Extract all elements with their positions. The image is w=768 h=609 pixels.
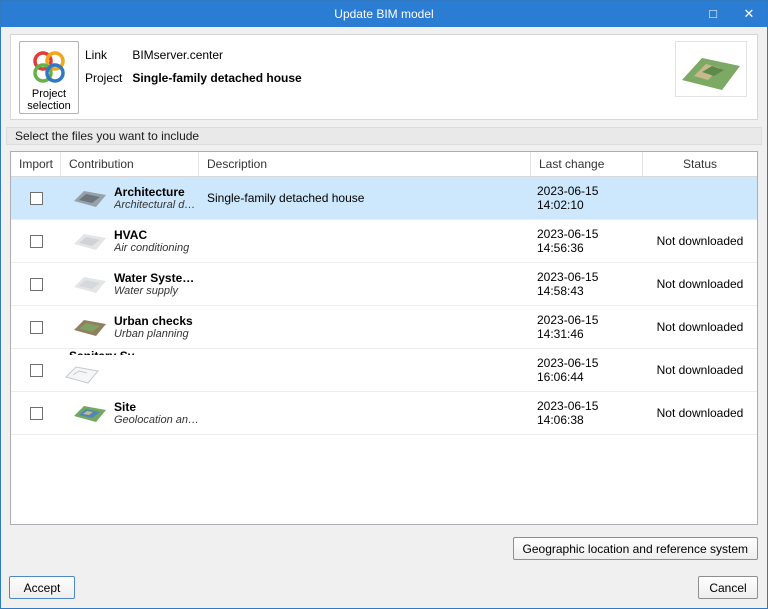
- table-row[interactable]: Water Systems Water supply 2023-06-15 14…: [11, 263, 757, 306]
- contribution-thumbnail-icon: [74, 320, 106, 336]
- project-label: Project: [85, 71, 123, 85]
- bimserver-logo-icon: [33, 50, 65, 83]
- link-label: Link: [85, 48, 108, 62]
- contribution-title: HVAC: [114, 228, 148, 242]
- cancel-button[interactable]: Cancel: [698, 576, 758, 599]
- contribution-title: Sanitary Systems: [65, 349, 153, 355]
- table-row[interactable]: Site Geolocation and... 2023-06-15 14:06…: [11, 392, 757, 435]
- project-value: Single-family detached house: [132, 71, 302, 85]
- contribution-subtitle: Water supply: [114, 285, 178, 297]
- row-status: Not downloaded: [656, 406, 744, 420]
- row-description: [199, 263, 531, 305]
- header-panel: Project selection Link BIMserver.center …: [10, 34, 758, 120]
- row-description: [199, 306, 531, 348]
- contribution-thumbnail-icon: [74, 234, 106, 250]
- contribution-thumbnail-icon: [74, 191, 106, 207]
- row-last-change: 2023-06-15 16:06:44: [537, 356, 599, 384]
- row-status: Not downloaded: [656, 363, 744, 377]
- import-checkbox[interactable]: [29, 234, 43, 248]
- project-row: Project Single-family detached house: [85, 71, 302, 85]
- project-selection-button[interactable]: Project selection: [19, 41, 79, 114]
- contribution-subtitle: Architectural de...: [114, 199, 199, 211]
- table-row[interactable]: Architecture Architectural de... Single-…: [11, 177, 757, 220]
- row-last-change: 2023-06-15 14:58:43: [537, 270, 599, 298]
- window-title: Update BIM model: [334, 7, 434, 21]
- row-description: [199, 220, 531, 262]
- contribution-thumbnail-icon: [74, 277, 106, 293]
- row-status: [643, 177, 757, 219]
- maximize-icon[interactable]: □: [695, 1, 731, 27]
- contribution-title: Site: [114, 400, 137, 414]
- contribution-title: Architecture: [114, 185, 185, 199]
- project-selection-label: Project selection: [27, 87, 71, 112]
- import-checkbox[interactable]: [29, 320, 43, 334]
- column-header-import[interactable]: Import: [11, 152, 61, 176]
- row-description: Single-family detached house: [207, 191, 365, 205]
- column-header-description[interactable]: Description: [199, 152, 531, 176]
- row-status: Not downloaded: [656, 234, 744, 248]
- project-terrain-icon: [676, 42, 746, 96]
- contribution-thumbnail-icon: [65, 366, 99, 384]
- column-header-contribution[interactable]: Contribution: [61, 152, 199, 176]
- import-checkbox[interactable]: [29, 406, 43, 420]
- link-row: Link BIMserver.center: [85, 48, 223, 62]
- table-row[interactable]: Sanitary Systems 2023-06-15 16:06:44 Not…: [11, 349, 757, 392]
- window-controls: □ ✕: [695, 1, 767, 27]
- table-header: Import Contribution Description Last cha…: [11, 152, 757, 177]
- column-header-last-change[interactable]: Last change: [531, 152, 643, 176]
- project-thumbnail: [675, 41, 747, 97]
- row-last-change: 2023-06-15 14:31:46: [537, 313, 599, 341]
- contribution-title: Water Systems: [114, 271, 199, 285]
- row-description: [199, 349, 531, 391]
- import-checkbox[interactable]: [29, 191, 43, 205]
- import-checkbox[interactable]: [29, 277, 43, 291]
- close-icon[interactable]: ✕: [731, 1, 767, 27]
- geographic-location-button[interactable]: Geographic location and reference system: [512, 537, 758, 560]
- table-row[interactable]: HVAC Air conditioning 2023-06-15 14:56:3…: [11, 220, 757, 263]
- row-last-change: 2023-06-15 14:06:38: [537, 399, 599, 427]
- files-table: Import Contribution Description Last cha…: [10, 151, 758, 525]
- contribution-thumbnail-icon: [74, 406, 106, 422]
- contribution-subtitle: Urban planning: [114, 328, 189, 340]
- import-checkbox[interactable]: [29, 363, 43, 377]
- titlebar[interactable]: Update BIM model □ ✕: [1, 1, 767, 27]
- row-last-change: 2023-06-15 14:56:36: [537, 227, 599, 255]
- row-status: Not downloaded: [656, 320, 744, 334]
- link-value: BIMserver.center: [132, 48, 224, 62]
- column-header-status[interactable]: Status: [643, 152, 757, 176]
- contribution-subtitle: Geolocation and...: [114, 414, 199, 426]
- contribution-subtitle: Air conditioning: [114, 242, 190, 254]
- update-bim-model-dialog: Update BIM model □ ✕ Project selection L…: [0, 0, 768, 609]
- row-status: Not downloaded: [656, 277, 744, 291]
- section-label: Select the files you want to include: [6, 127, 762, 145]
- table-row[interactable]: Urban checks Urban planning 2023-06-15 1…: [11, 306, 757, 349]
- contribution-title: Urban checks: [114, 314, 193, 328]
- row-last-change: 2023-06-15 14:02:10: [537, 184, 599, 212]
- accept-button[interactable]: Accept: [9, 576, 75, 599]
- row-description: [199, 392, 531, 434]
